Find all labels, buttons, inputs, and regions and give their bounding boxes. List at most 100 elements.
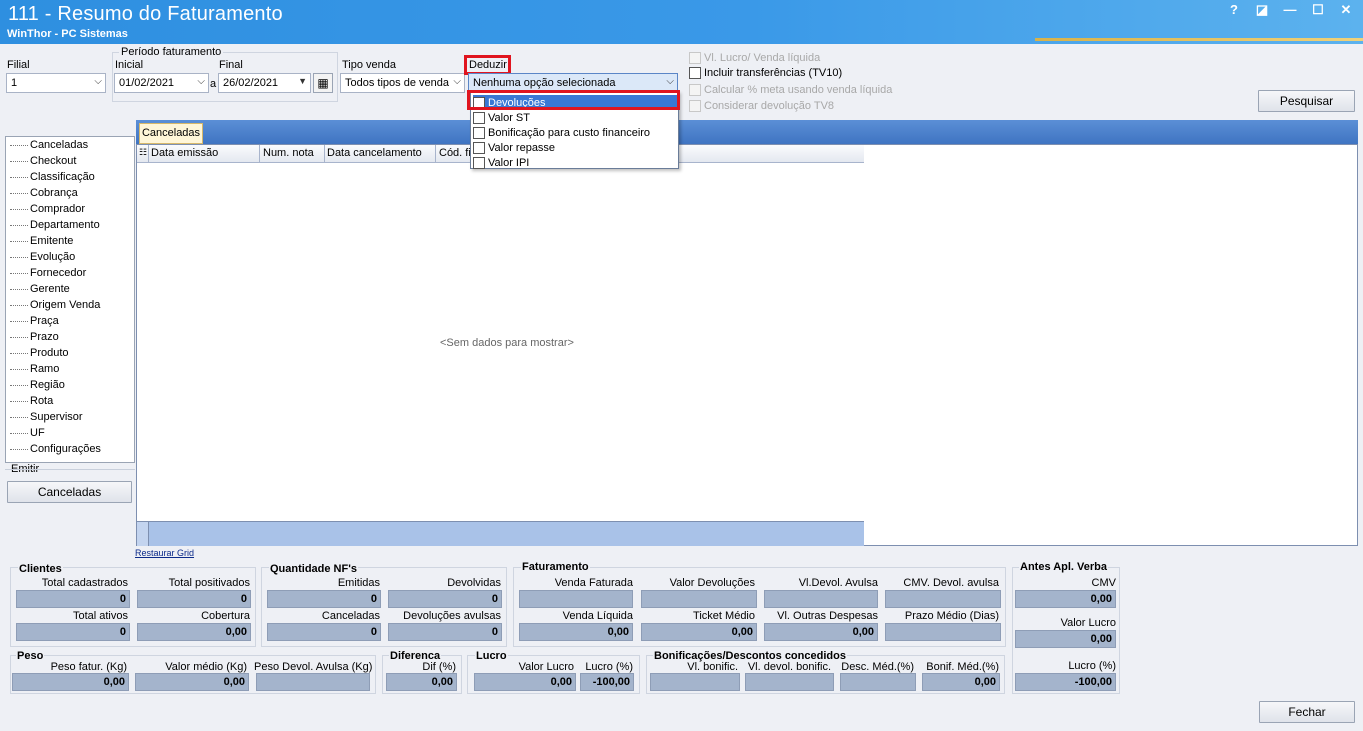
emitir-canceladas-button[interactable]: Canceladas xyxy=(7,481,132,503)
nav-item[interactable]: Emitente xyxy=(10,233,73,249)
ticket-medio-label: Ticket Médio xyxy=(693,610,755,622)
maximize-icon[interactable]: ☐ xyxy=(1311,2,1325,18)
nav-item[interactable]: Praça xyxy=(10,313,59,329)
periodo-label: Período faturamento xyxy=(119,46,224,58)
inicial-label: Inicial xyxy=(115,59,144,71)
devolucoes-avulsas-value: 0 xyxy=(388,623,502,641)
nav-item[interactable]: Configurações xyxy=(10,441,101,457)
nav-item[interactable]: Gerente xyxy=(10,281,70,297)
grid-footer xyxy=(137,521,864,546)
help-icon[interactable]: ? xyxy=(1227,2,1241,18)
nav-item[interactable]: Região xyxy=(10,377,65,393)
option-valor-st[interactable]: Valor ST xyxy=(473,110,677,125)
nav-item[interactable]: Origem Venda xyxy=(10,297,100,313)
restore-icon[interactable]: ◪ xyxy=(1255,2,1269,18)
canceladas-label: Canceladas xyxy=(321,610,380,622)
tab-canceladas[interactable]: Canceladas xyxy=(139,123,203,144)
valor-lucro-value: 0,00 xyxy=(474,673,576,691)
chevron-down-icon: ⌵ xyxy=(94,76,102,87)
quantidade-title: Quantidade NF's xyxy=(269,563,358,575)
nav-item[interactable]: Checkout xyxy=(10,153,76,169)
valor-medio-label: Valor médio (Kg) xyxy=(165,661,247,673)
nav-item[interactable]: UF xyxy=(10,425,45,441)
pesquisar-button[interactable]: Pesquisar xyxy=(1258,90,1355,112)
close-icon[interactable]: ✕ xyxy=(1339,2,1353,18)
peso-fatur-label: Peso fatur. (Kg) xyxy=(50,661,127,673)
calcular-meta-checkbox[interactable]: Calcular % meta usando venda líquida xyxy=(689,84,892,96)
col-data-emissao[interactable]: Data emissão xyxy=(151,147,218,159)
valor-devolucoes-label: Valor Devoluções xyxy=(669,577,755,589)
nav-item[interactable]: Fornecedor xyxy=(10,265,86,281)
venda-faturada-value xyxy=(519,590,633,608)
vl-devol-bonific-value xyxy=(745,673,834,691)
peso-devol-label: Peso Devol. Avulsa (Kg) xyxy=(254,661,373,673)
nav-item[interactable]: Departamento xyxy=(10,217,100,233)
nav-item[interactable]: Classificação xyxy=(10,169,95,185)
window-title: 111 - Resumo do Faturamento xyxy=(8,3,283,25)
cobertura-label: Cobertura xyxy=(201,610,250,622)
nav-item[interactable]: Produto xyxy=(10,345,69,361)
fechar-button[interactable]: Fechar xyxy=(1259,701,1355,723)
emitidas-value: 0 xyxy=(267,590,381,608)
option-valor-repasse[interactable]: Valor repasse xyxy=(473,140,677,155)
cmv-label: CMV xyxy=(1091,577,1116,589)
col-cod-fi[interactable]: Cód. fi xyxy=(439,147,471,159)
desc-med-value xyxy=(840,673,916,691)
checkbox-box xyxy=(473,141,485,154)
nav-item[interactable]: Canceladas xyxy=(10,137,88,153)
nav-item[interactable]: Cobrança xyxy=(10,185,78,201)
prazo-medio-value xyxy=(885,623,1001,641)
dropdown-triangle-icon: ▼ xyxy=(298,76,307,86)
option-valor-ipi[interactable]: Valor IPI xyxy=(473,155,677,170)
total-positivados-value: 0 xyxy=(137,590,251,608)
faturamento-title: Faturamento xyxy=(521,561,590,573)
minimize-icon[interactable]: — xyxy=(1283,2,1297,18)
lucro-pct-value: -100,00 xyxy=(580,673,634,691)
antes-apl-title: Antes Apl. Verba xyxy=(1019,561,1109,573)
tab-strip: Canceladas xyxy=(136,120,1358,144)
report-type-tree: Canceladas Checkout Classificação Cobran… xyxy=(5,136,135,463)
valor-lucro-label: Valor Lucro xyxy=(518,661,574,673)
peso-fatur-value: 0,00 xyxy=(12,673,129,691)
antes-lucro-pct-label: Lucro (%) xyxy=(1068,660,1116,672)
dif-value: 0,00 xyxy=(386,673,457,691)
incluir-transferencias-checkbox[interactable]: Incluir transferências (TV10) xyxy=(689,67,842,79)
nav-item[interactable]: Comprador xyxy=(10,201,85,217)
considerar-devolucao-checkbox[interactable]: Considerar devolução TV8 xyxy=(689,100,834,112)
checkbox-box xyxy=(689,67,701,79)
tipo-venda-value: Todos tipos de venda xyxy=(345,77,449,89)
filial-value: 1 xyxy=(11,77,18,89)
nav-item[interactable]: Rota xyxy=(10,393,53,409)
nav-item[interactable]: Ramo xyxy=(10,361,59,377)
nav-item[interactable]: Evolução xyxy=(10,249,75,265)
cmv-value: 0,00 xyxy=(1015,590,1116,608)
checkbox-box xyxy=(689,52,701,64)
tipo-venda-select[interactable]: Todos tipos de venda ⌵ xyxy=(340,73,465,93)
final-date-input[interactable]: 26/02/2021 ▼ xyxy=(218,73,311,93)
vl-lucro-checkbox[interactable]: Vl. Lucro/ Venda líquida xyxy=(689,52,820,64)
nav-item[interactable]: Prazo xyxy=(10,329,59,345)
title-bar: 111 - Resumo do Faturamento WinThor - PC… xyxy=(0,0,1363,44)
inicial-date-input[interactable]: 01/02/2021 ⌵ xyxy=(114,73,209,93)
chevron-down-icon: ⌵ xyxy=(453,76,461,87)
vl-devol-avulsa-value xyxy=(764,590,878,608)
vl-bonific-label: Vl. bonific. xyxy=(687,661,738,673)
col-data-cancelamento[interactable]: Data cancelamento xyxy=(327,147,422,159)
prazo-medio-label: Prazo Médio (Dias) xyxy=(904,610,999,622)
final-label: Final xyxy=(219,59,243,71)
calendar-icon[interactable]: ▦ xyxy=(313,73,333,93)
emitidas-label: Emitidas xyxy=(337,577,380,589)
nav-item[interactable]: Supervisor xyxy=(10,409,83,425)
antes-valor-lucro-value: 0,00 xyxy=(1015,630,1116,648)
column-chooser-icon[interactable]: ☷ xyxy=(139,147,147,158)
emitir-divider xyxy=(5,469,135,470)
col-num-nota[interactable]: Num. nota xyxy=(263,147,314,159)
checkbox-box xyxy=(473,126,485,139)
filial-select[interactable]: 1 ⌵ xyxy=(6,73,106,93)
total-ativos-label: Total ativos xyxy=(72,610,128,622)
restaurar-grid-link[interactable]: Restaurar Grid xyxy=(135,548,194,558)
total-positivados-label: Total positivados xyxy=(168,577,250,589)
bonif-med-value: 0,00 xyxy=(922,673,1000,691)
option-bonificacao[interactable]: Bonificação para custo financeiro xyxy=(473,125,677,140)
total-ativos-value: 0 xyxy=(16,623,130,641)
